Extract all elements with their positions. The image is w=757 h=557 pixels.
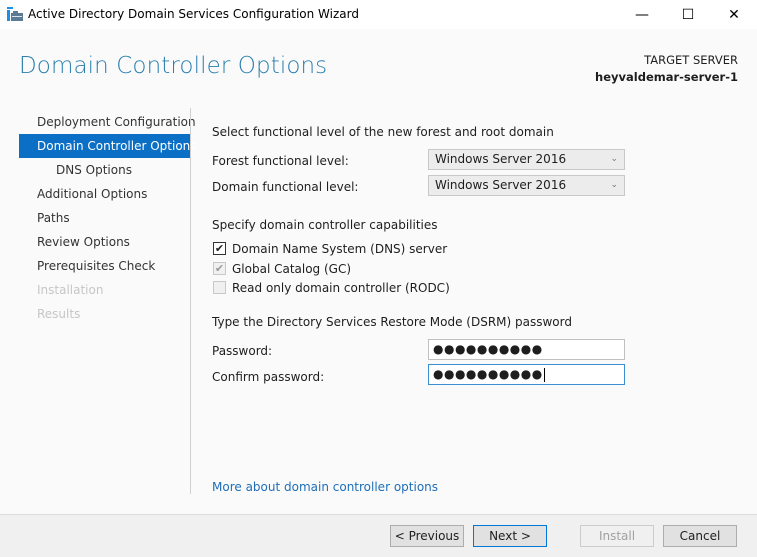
forest-functional-level-select[interactable]: Windows Server 2016 ⌄	[428, 149, 625, 170]
install-button: Install	[580, 525, 654, 547]
nav-item-review-options[interactable]: Review Options	[19, 230, 191, 254]
nav-item-deployment-configuration[interactable]: Deployment Configuration	[19, 110, 196, 134]
next-button[interactable]: Next >	[473, 525, 547, 547]
global-catalog-label: Global Catalog (GC)	[232, 262, 352, 276]
text-caret	[543, 367, 545, 382]
domain-functional-level-label: Domain functional level:	[212, 180, 359, 194]
password-value: ●●●●●●●●●●	[433, 342, 543, 356]
capabilities-heading: Specify domain controller capabilities	[212, 218, 438, 232]
checkmark-icon: ✔	[214, 242, 225, 255]
close-button[interactable]: ✕	[711, 0, 757, 29]
nav-item-prerequisites-check[interactable]: Prerequisites Check	[19, 254, 191, 278]
domain-functional-level-value: Windows Server 2016	[435, 178, 567, 192]
cancel-button[interactable]: Cancel	[663, 525, 737, 547]
chevron-down-icon: ⌄	[610, 180, 618, 190]
nav-item-paths[interactable]: Paths	[19, 206, 191, 230]
more-about-dc-options-link[interactable]: More about domain controller options	[212, 480, 438, 494]
target-server-name: heyvaldemar-server-1	[595, 70, 738, 84]
confirm-password-value: ●●●●●●●●●●	[433, 367, 543, 381]
title-bar: Active Directory Domain Services Configu…	[0, 0, 757, 29]
maximize-icon: ☐	[681, 6, 695, 23]
page-title: Domain Controller Options	[19, 53, 328, 79]
wizard-steps-nav: Deployment Configuration Domain Controll…	[19, 110, 197, 326]
nav-item-additional-options[interactable]: Additional Options	[19, 182, 191, 206]
password-field[interactable]: ●●●●●●●●●●	[428, 339, 625, 360]
nav-item-results: Results	[37, 307, 81, 321]
ad-ds-app-icon	[7, 7, 23, 21]
checkmark-icon: ✔	[214, 262, 225, 275]
functional-level-heading: Select functional level of the new fores…	[212, 125, 554, 139]
dsrm-heading: Type the Directory Services Restore Mode…	[212, 315, 572, 329]
rodc-label: Read only domain controller (RODC)	[232, 281, 450, 295]
confirm-password-label: Confirm password:	[212, 370, 325, 384]
global-catalog-checkbox: ✔	[213, 262, 226, 275]
nav-item-dns-options[interactable]: DNS Options	[19, 158, 191, 182]
nav-item-domain-controller-options[interactable]: Domain Controller Options	[19, 134, 197, 158]
rodc-checkbox	[213, 281, 226, 294]
confirm-password-field[interactable]: ●●●●●●●●●●	[428, 364, 625, 385]
forest-functional-level-value: Windows Server 2016	[435, 152, 567, 166]
maximize-button[interactable]: ☐	[665, 0, 711, 29]
domain-functional-level-select[interactable]: Windows Server 2016 ⌄	[428, 175, 625, 196]
dns-server-checkbox[interactable]: ✔	[213, 242, 226, 255]
chevron-down-icon: ⌄	[610, 154, 618, 164]
minimize-icon: —	[635, 6, 649, 23]
target-server-label: TARGET SERVER	[644, 53, 738, 67]
window-title: Active Directory Domain Services Configu…	[28, 7, 359, 21]
dns-server-label: Domain Name System (DNS) server	[232, 242, 448, 256]
close-icon: ✕	[728, 6, 740, 23]
minimize-button[interactable]: —	[619, 0, 665, 29]
forest-functional-level-label: Forest functional level:	[212, 154, 349, 168]
nav-divider	[190, 108, 191, 494]
previous-button[interactable]: < Previous	[390, 525, 464, 547]
password-label: Password:	[212, 344, 273, 358]
nav-item-installation: Installation	[37, 283, 104, 297]
